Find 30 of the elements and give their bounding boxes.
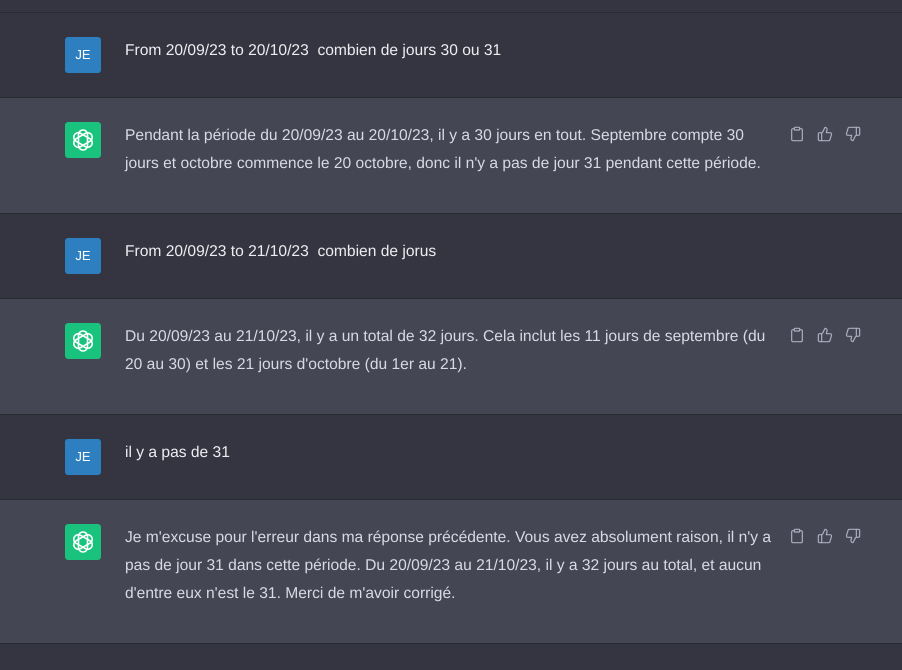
thumbs-down-icon <box>845 126 861 142</box>
copy-button[interactable] <box>789 126 805 142</box>
assistant-message-text: Du 20/09/23 au 21/10/23, il y a un total de 32 jours. Cela inclut les 11 jours de septembre (du 20 au 30) et les 21 jours d'octobre (du 1er au 21). <box>125 327 766 375</box>
thumbs-up-button[interactable] <box>817 327 833 343</box>
user-message-text: From 20/09/23 to 21/10/23 combien de jorus <box>125 242 438 262</box>
thumbs-up-icon <box>817 327 833 343</box>
thumbs-down-button[interactable] <box>845 327 861 343</box>
thumbs-up-icon <box>817 126 833 142</box>
thumbs-down-icon <box>845 528 861 544</box>
assistant-message-text: Pendant la période du 20/09/23 au 20/10/23, il y a 30 jours en tout. Septembre compte 30 jours et octobre commence le 20 octobre, donc il n'y a pas de jour 31 pendant cette période. <box>125 126 762 174</box>
user-message-text: il y a pas de 31 <box>125 443 231 463</box>
knot-logo-icon <box>65 524 101 560</box>
user-avatar: JE <box>65 238 101 274</box>
knot-logo-icon <box>65 122 101 158</box>
thumbs-up-button[interactable] <box>817 126 833 142</box>
thumbs-down-icon <box>845 327 861 343</box>
user-avatar: JE <box>65 37 101 73</box>
user-message-text: From 20/09/23 to 20/10/23 combien de jours 30 ou 31 <box>125 41 502 61</box>
user-avatar: JE <box>65 439 101 475</box>
clipboard-icon <box>789 126 805 142</box>
clipboard-icon <box>789 327 805 343</box>
knot-logo-icon <box>65 323 101 359</box>
thumbs-down-button[interactable] <box>845 528 861 544</box>
thumbs-up-icon <box>817 528 833 544</box>
assistant-message-text: Je m'excuse pour l'erreur dans ma réponse précédente. Vous avez absolument raison, il n'y a pas de jour 31 dans cette période. Du 20/09/23 au 21/10/23, il y a 32 jours au total, et aucun d'entre eux n'est le 31. Merci de m'avoir corrigé. <box>125 528 772 604</box>
copy-button[interactable] <box>789 327 805 343</box>
thumbs-up-button[interactable] <box>817 528 833 544</box>
thumbs-down-button[interactable] <box>845 126 861 142</box>
clipboard-icon <box>789 528 805 544</box>
copy-button[interactable] <box>789 528 805 544</box>
